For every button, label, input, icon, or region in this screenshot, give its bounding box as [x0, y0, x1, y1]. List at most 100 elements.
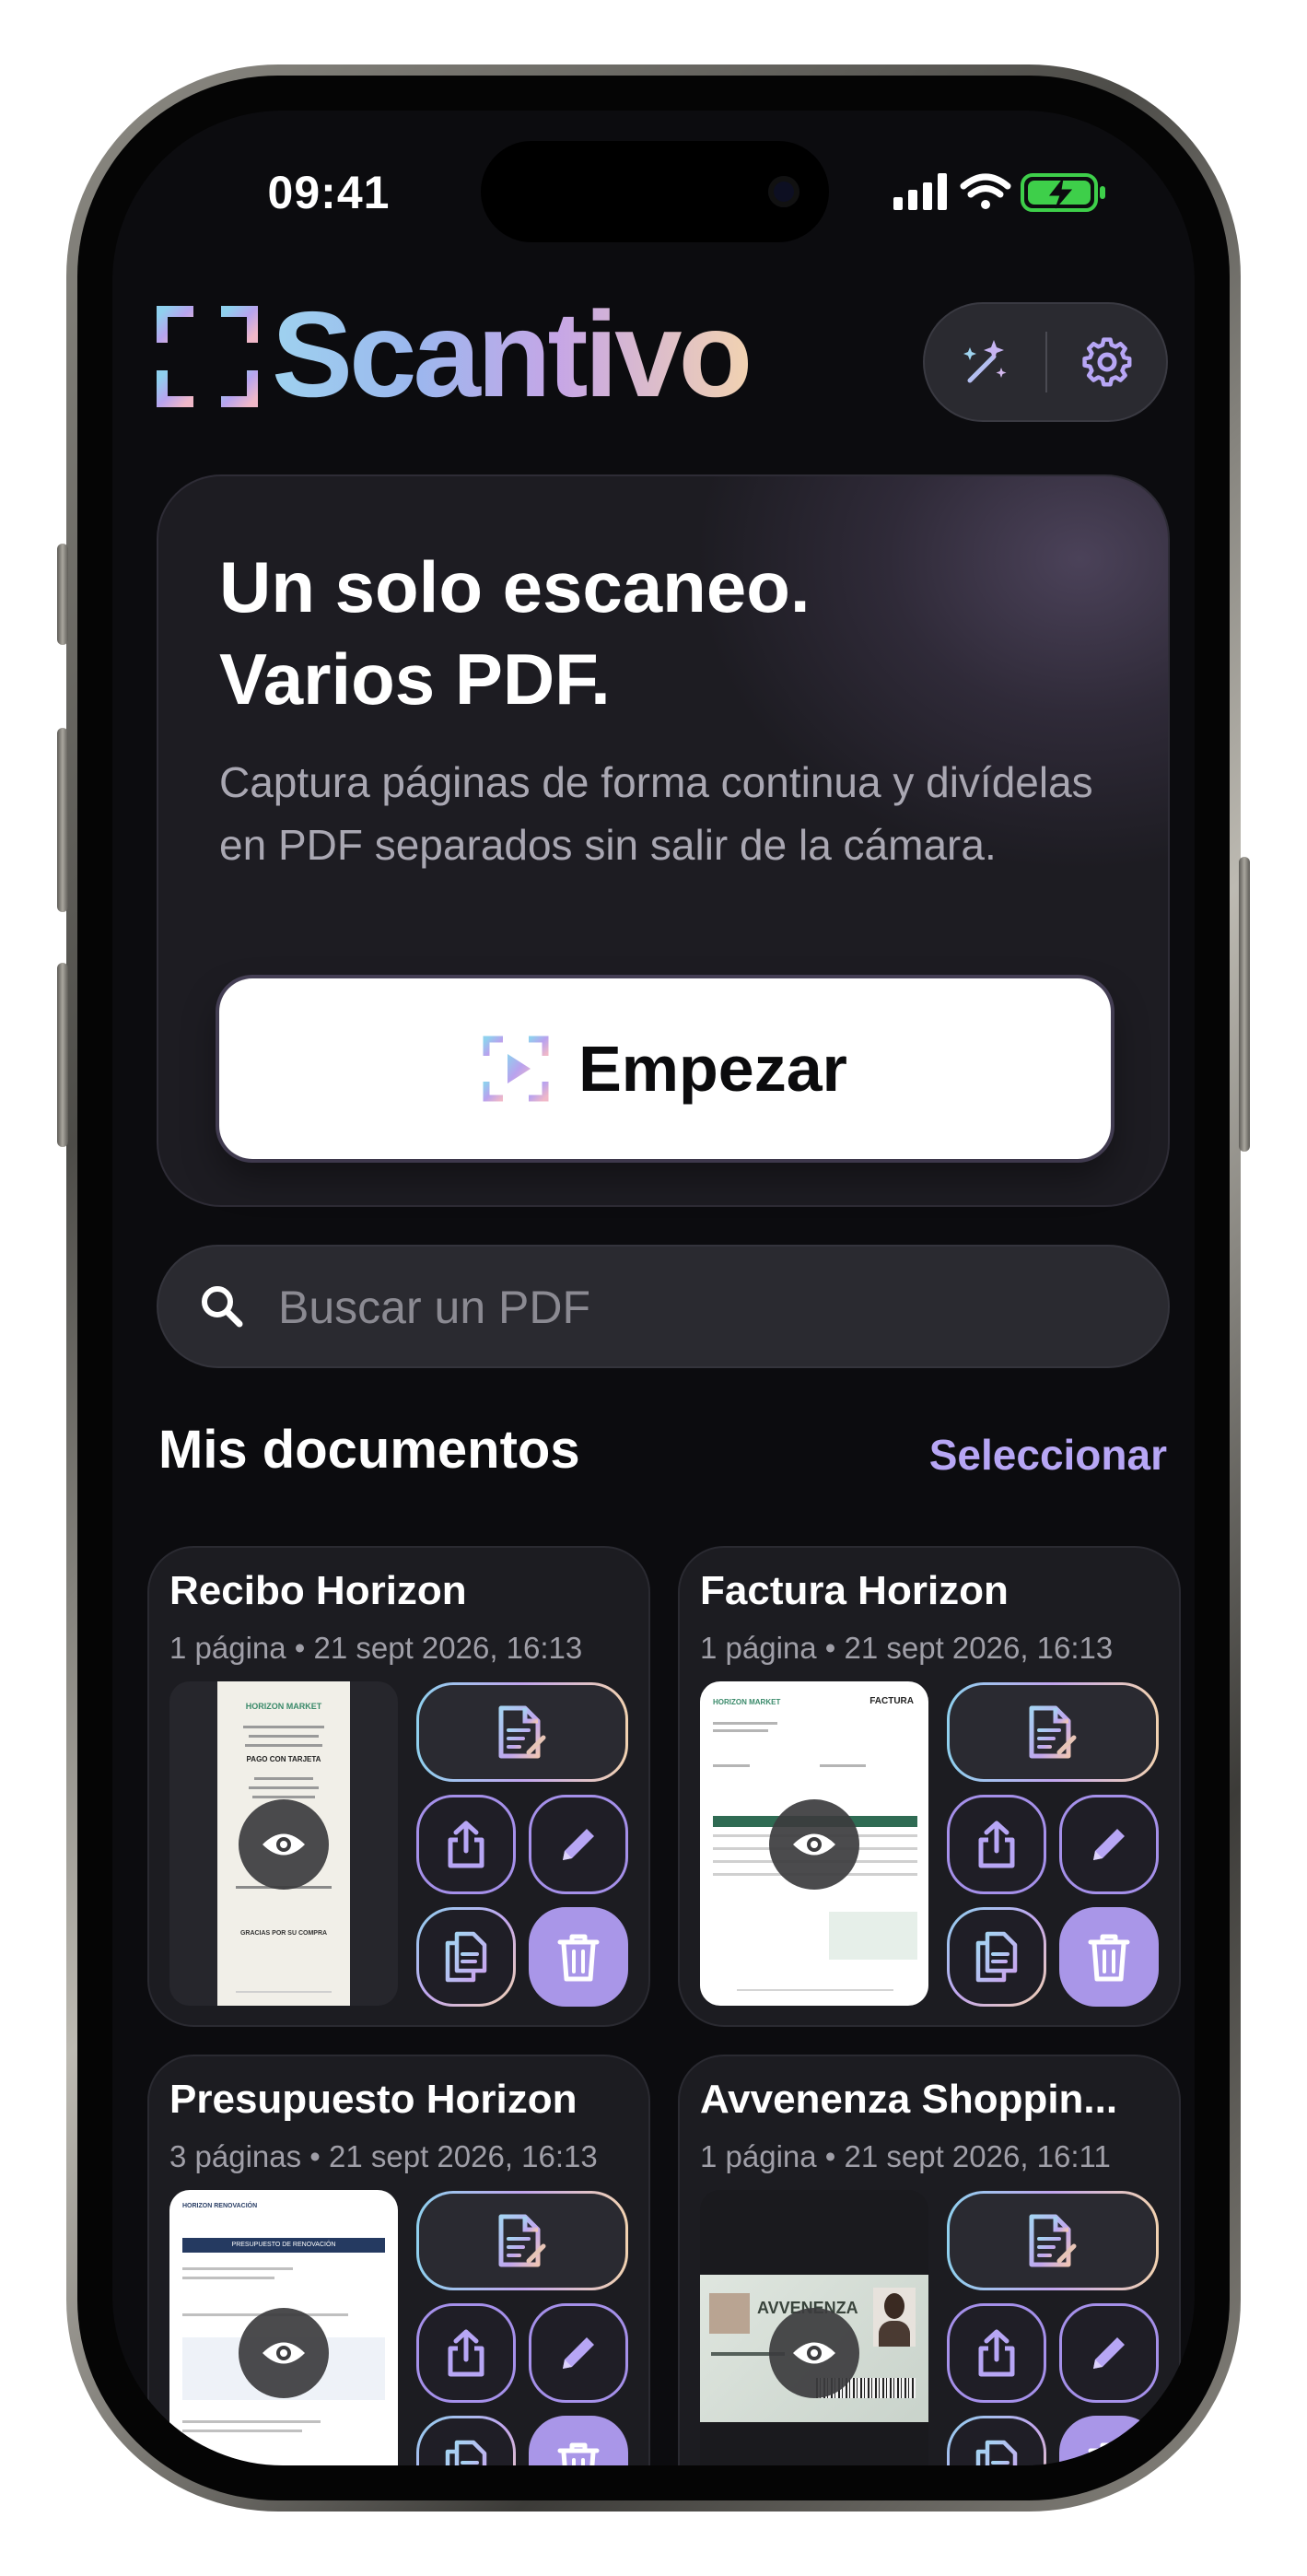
portrait-head	[884, 2293, 904, 2319]
share-icon	[978, 1821, 1015, 1868]
edit-button[interactable]	[529, 1795, 628, 1894]
header-actions	[923, 302, 1168, 422]
share-icon	[978, 2329, 1015, 2377]
convert-document-button[interactable]	[416, 2191, 628, 2290]
portrait-body	[879, 2321, 910, 2347]
receipt-footer: GRACIAS POR SU COMPRA	[239, 1930, 328, 1937]
invoice-line	[713, 1722, 777, 1725]
preview-button[interactable]	[239, 2308, 329, 2398]
share-button[interactable]	[416, 2303, 516, 2403]
quote-line	[182, 2430, 302, 2432]
delete-button[interactable]	[1059, 2416, 1159, 2465]
settings-button[interactable]	[1047, 304, 1167, 420]
convert-document-button[interactable]	[947, 1682, 1159, 1782]
search-icon	[202, 1286, 243, 1328]
document-edit-icon	[498, 1705, 546, 1759]
edit-button[interactable]	[529, 2303, 628, 2403]
wifi-icon	[960, 173, 1011, 209]
duplicate-button[interactable]	[416, 2416, 516, 2465]
document-card[interactable]: Avvenenza Shoppin... 1 página • 21 sept …	[678, 2055, 1181, 2465]
search-bar[interactable]	[157, 1245, 1170, 1368]
invoice-totals	[829, 1912, 917, 1960]
share-button[interactable]	[947, 1795, 1046, 1894]
hero-card: Un solo escaneo. Varios PDF. Captura pág…	[157, 474, 1170, 1207]
convert-document-button[interactable]	[947, 2191, 1159, 2290]
app-brand: Scantivo	[157, 294, 801, 416]
document-title: Factura Horizon	[700, 1568, 1009, 1613]
invoice-label: FACTURA	[869, 1696, 914, 1706]
document-card[interactable]: Factura Horizon 1 página • 21 sept 2026,…	[678, 1546, 1181, 2027]
trash-icon	[557, 2442, 600, 2465]
document-meta: 1 página • 21 sept 2026, 16:11	[700, 2139, 1111, 2173]
eye-icon	[263, 1833, 305, 1856]
trash-icon	[557, 1934, 600, 1982]
receipt-header: HORIZON MARKET	[245, 1702, 322, 1711]
pencil-icon	[563, 1829, 594, 1860]
document-edit-icon	[498, 2214, 546, 2267]
document-card[interactable]: Recibo Horizon 1 página • 21 sept 2026, …	[147, 1546, 650, 2027]
receipt-line	[254, 1777, 313, 1780]
magic-wand-button[interactable]	[925, 304, 1044, 420]
start-scan-button[interactable]: Empezar	[219, 978, 1111, 1159]
convert-document-button[interactable]	[416, 1682, 628, 1782]
delete-button[interactable]	[529, 1907, 628, 2007]
document-thumbnail[interactable]: HORIZON RENOVACIÓN PRESUPUESTO DE RENOVA…	[169, 2190, 398, 2465]
eye-icon	[793, 2342, 835, 2364]
document-edit-icon	[1029, 1705, 1077, 1759]
preview-button[interactable]	[769, 2308, 859, 2398]
eye-icon	[263, 2342, 305, 2364]
duplicate-button[interactable]	[947, 2416, 1046, 2465]
preview-button[interactable]	[769, 1799, 859, 1890]
volume-up-button	[57, 728, 68, 912]
trash-icon	[1088, 1934, 1130, 1982]
quote-banner: PRESUPUESTO DE RENOVACIÓN	[182, 2238, 385, 2253]
power-button	[1239, 857, 1250, 1152]
quote-header: HORIZON RENOVACIÓN	[182, 2203, 258, 2209]
search-input[interactable]	[276, 1247, 1109, 1368]
edit-button[interactable]	[1059, 2303, 1159, 2403]
document-meta: 3 páginas • 21 sept 2026, 16:13	[169, 2139, 598, 2173]
document-meta: 1 página • 21 sept 2026, 16:13	[169, 1631, 583, 1665]
invoice-line	[713, 1729, 768, 1732]
quote-line	[182, 2267, 293, 2270]
eye-icon	[793, 1833, 835, 1856]
receipt-payment-text: PAGO CON TARJETA	[246, 1755, 321, 1763]
document-thumbnail[interactable]: HORIZON MARKET PAGO CON TARJETA GRACIAS …	[169, 1681, 398, 2006]
receipt-line	[236, 1991, 332, 1993]
start-scan-label: Empezar	[578, 1033, 847, 1105]
copy-documents-icon	[445, 2440, 487, 2465]
pencil-icon	[563, 2337, 594, 2369]
receipt-line	[252, 1796, 315, 1798]
delete-button[interactable]	[529, 2416, 628, 2465]
document-meta: 1 página • 21 sept 2026, 16:13	[700, 1631, 1114, 1665]
share-button[interactable]	[947, 2303, 1046, 2403]
select-button[interactable]: Seleccionar	[929, 1430, 1167, 1480]
hero-title: Un solo escaneo. Varios PDF.	[219, 541, 1048, 725]
preview-button[interactable]	[239, 1799, 329, 1890]
invoice-line	[820, 1764, 866, 1767]
duplicate-button[interactable]	[947, 1907, 1046, 2007]
document-card[interactable]: Presupuesto Horizon 3 páginas • 21 sept …	[147, 2055, 650, 2465]
trash-icon	[1088, 2442, 1130, 2465]
document-thumbnail[interactable]: AVVENENZA	[700, 2190, 928, 2465]
scan-play-icon	[483, 1036, 549, 1102]
delete-button[interactable]	[1059, 1907, 1159, 2007]
receipt-line	[249, 1786, 319, 1789]
magic-wand-icon	[963, 340, 1007, 383]
pencil-icon	[1093, 2337, 1125, 2369]
quote-line	[182, 2420, 321, 2423]
app-screen: 09:41 Scantivo Un solo escaneo. Varios P…	[112, 111, 1195, 2465]
copy-documents-icon	[975, 1931, 1018, 1983]
document-thumbnail[interactable]: HORIZON MARKET FACTURA	[700, 1681, 928, 2006]
scan-frame-logo-icon	[157, 306, 258, 407]
battery-charging-icon	[1021, 173, 1105, 212]
hero-title-line1: Un solo escaneo.	[219, 546, 811, 627]
card-portrait	[873, 2288, 916, 2347]
quote-line	[182, 2277, 274, 2279]
copy-documents-icon	[975, 2440, 1018, 2465]
share-button[interactable]	[416, 1795, 516, 1894]
share-icon	[448, 1821, 484, 1868]
edit-button[interactable]	[1059, 1795, 1159, 1894]
duplicate-button[interactable]	[416, 1907, 516, 2007]
receipt-line	[243, 1726, 324, 1728]
